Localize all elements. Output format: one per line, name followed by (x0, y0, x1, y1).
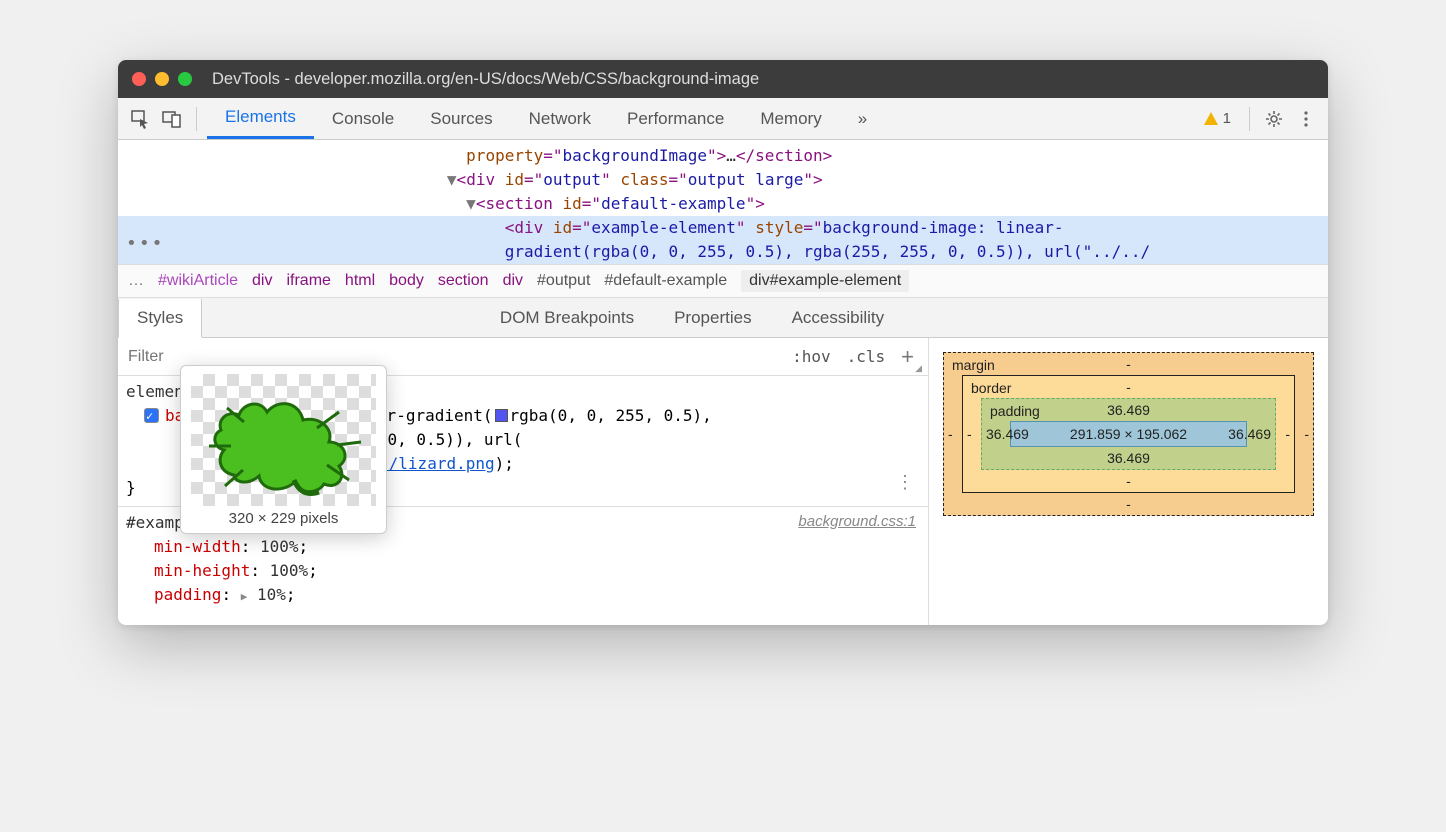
crumb-output[interactable]: #output (537, 272, 590, 290)
crumb-default-example[interactable]: #default-example (604, 272, 727, 290)
kebab-icon[interactable]: ⋮ (896, 469, 914, 496)
color-swatch-icon[interactable] (495, 409, 508, 422)
expand-icon[interactable]: ▶ (241, 590, 248, 603)
crumb-selected[interactable]: div#example-element (741, 270, 909, 292)
separator (1249, 107, 1250, 131)
prop-checkbox[interactable] (144, 408, 159, 423)
crumb-html[interactable]: html (345, 272, 375, 290)
dom-line-selected[interactable]: <div id="example-element" style="backgro… (118, 216, 1328, 240)
tab-overflow[interactable]: » (840, 98, 885, 139)
hov-toggle[interactable]: :hov (784, 345, 839, 368)
dom-line[interactable]: ▼<section id="default-example"> (118, 192, 1328, 216)
bm-border[interactable]: border - - - - padding 36.469 36.469 36.… (962, 375, 1295, 493)
toolbar: Elements Console Sources Network Perform… (118, 98, 1328, 140)
minimize-icon[interactable] (155, 72, 169, 86)
crumb-wikiarticle[interactable]: #wikiArticle (158, 272, 238, 290)
image-preview (191, 374, 376, 506)
inspect-icon[interactable] (126, 105, 154, 133)
crumb-iframe[interactable]: iframe (286, 272, 330, 290)
titlebar: DevTools - developer.mozilla.org/en-US/d… (118, 60, 1328, 98)
dom-line-selected[interactable]: gradient(rgba(0, 0, 255, 0.5), rgba(255,… (118, 240, 1328, 264)
gutter-ellipsis-icon[interactable]: ••• (126, 230, 165, 257)
gear-icon[interactable] (1260, 105, 1288, 133)
image-hover-popover: 320 × 229 pixels (180, 365, 387, 534)
warnings-count: 1 (1223, 110, 1231, 127)
breadcrumb-overflow[interactable]: … (128, 272, 144, 290)
kebab-icon[interactable] (1292, 105, 1320, 133)
traffic-lights (132, 72, 192, 86)
lizard-icon (199, 380, 369, 500)
tab-elements[interactable]: Elements (207, 98, 314, 139)
cls-toggle[interactable]: .cls (839, 345, 894, 368)
subtab-dom-breakpoints[interactable]: DOM Breakpoints (482, 298, 652, 337)
separator (196, 107, 197, 131)
crumb-body[interactable]: body (389, 272, 424, 290)
styles-subtabs: Styles Computed Event Listeners DOM Brea… (118, 298, 1328, 338)
dom-line[interactable]: property="backgroundImage">…</section> (118, 144, 1328, 168)
tab-performance[interactable]: Performance (609, 98, 742, 139)
source-link[interactable]: background.css:1 (798, 511, 916, 534)
tab-memory[interactable]: Memory (742, 98, 839, 139)
dom-line[interactable]: ▼<div id="output" class="output large"> (118, 168, 1328, 192)
close-icon[interactable] (132, 72, 146, 86)
warnings-badge[interactable]: 1 (1203, 110, 1231, 127)
image-dimensions: 320 × 229 pixels (191, 510, 376, 527)
crumb-div[interactable]: div (252, 272, 272, 290)
box-model: margin - - - - border - - - - padding 36… (928, 338, 1328, 625)
device-toggle-icon[interactable] (158, 105, 186, 133)
tab-sources[interactable]: Sources (412, 98, 510, 139)
zoom-icon[interactable] (178, 72, 192, 86)
tab-network[interactable]: Network (511, 98, 609, 139)
bm-content[interactable]: 291.859 × 195.062 (1010, 421, 1247, 447)
tab-console[interactable]: Console (314, 98, 412, 139)
bm-padding[interactable]: padding 36.469 36.469 36.469 36.469 291.… (981, 398, 1276, 470)
subtab-properties[interactable]: Properties (656, 298, 769, 337)
crumb-section[interactable]: section (438, 272, 489, 290)
window-title: DevTools - developer.mozilla.org/en-US/d… (212, 70, 759, 89)
devtools-window: DevTools - developer.mozilla.org/en-US/d… (118, 60, 1328, 625)
crumb-div[interactable]: div (503, 272, 523, 290)
panel-tabs: Elements Console Sources Network Perform… (207, 98, 1199, 139)
filter-input[interactable] (118, 348, 238, 366)
new-rule-button[interactable]: +◢ (893, 344, 922, 370)
dom-tree[interactable]: ••• property="backgroundImage">…</sectio… (118, 140, 1328, 264)
subtab-styles[interactable]: Styles (118, 299, 202, 338)
subtab-accessibility[interactable]: Accessibility (774, 298, 903, 337)
breadcrumb[interactable]: … #wikiArticle div iframe html body sect… (118, 264, 1328, 298)
bm-margin[interactable]: margin - - - - border - - - - padding 36… (943, 352, 1314, 516)
